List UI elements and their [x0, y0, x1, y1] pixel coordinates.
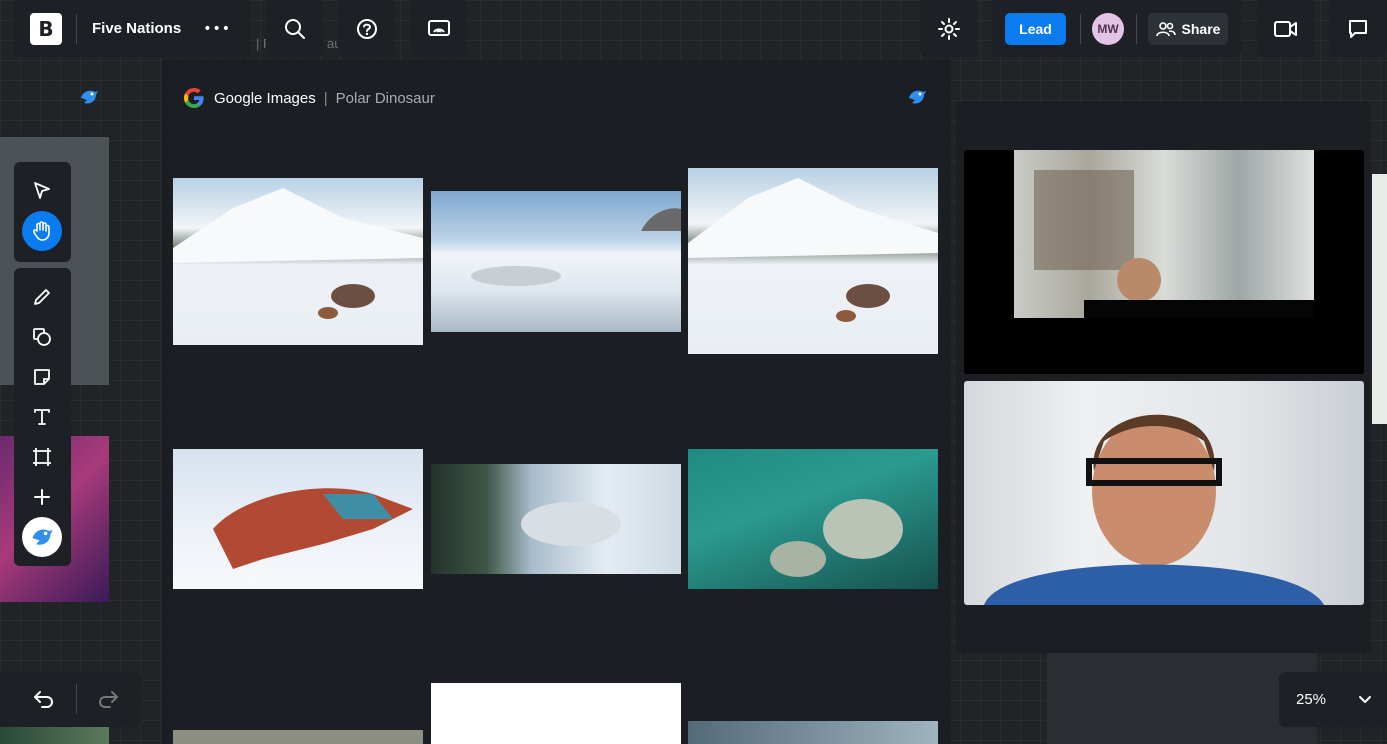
redo-icon — [99, 691, 118, 708]
image-result[interactable] — [431, 191, 681, 332]
participant-video-1[interactable] — [964, 150, 1364, 374]
card-header: Google Images | Polar Dinosaur — [182, 86, 435, 110]
selection-toolbar — [14, 162, 71, 262]
shapes-icon — [33, 328, 51, 346]
people-icon — [1155, 22, 1176, 37]
drawing-toolbar — [14, 268, 71, 566]
source-name: Google Images — [214, 89, 316, 107]
shapes-tool[interactable] — [22, 317, 62, 357]
text-tool[interactable] — [22, 397, 62, 437]
canvas-image-right-edge — [1372, 174, 1387, 424]
separator: | — [323, 89, 328, 107]
divider — [1080, 14, 1081, 44]
add-tool[interactable] — [22, 477, 62, 517]
frame-icon — [33, 448, 51, 466]
google-images-card[interactable]: Google Images | Polar Dinosaur — [162, 60, 951, 744]
image-result[interactable] — [688, 449, 938, 589]
share-label: Share — [1181, 21, 1221, 37]
effects-button[interactable] — [920, 0, 977, 57]
image-result[interactable] — [173, 178, 423, 345]
app-logo[interactable]: B — [30, 12, 62, 45]
board-menu[interactable]: B Five Nations ••• — [14, 0, 250, 57]
share-button[interactable]: Share — [1148, 13, 1228, 45]
cast-button[interactable] — [410, 0, 467, 57]
image-result[interactable] — [173, 449, 423, 589]
search-icon — [284, 18, 305, 39]
chat-icon — [1349, 19, 1367, 38]
video-camera-icon — [1273, 20, 1297, 37]
sticky-note-icon — [34, 369, 50, 385]
divider — [76, 684, 77, 714]
lead-button[interactable]: Lead — [1005, 13, 1066, 45]
divider — [1136, 14, 1137, 44]
zoom-level: 25% — [1296, 691, 1327, 708]
help-icon — [356, 18, 377, 39]
select-tool[interactable] — [22, 171, 62, 211]
help-button[interactable] — [338, 0, 395, 57]
video-call-panel[interactable] — [956, 101, 1371, 653]
more-options-button[interactable]: ••• — [203, 22, 231, 36]
cursor-icon — [34, 182, 50, 199]
chat-button[interactable] — [1329, 0, 1387, 57]
image-result[interactable] — [431, 464, 681, 574]
board-title[interactable]: Five Nations — [92, 20, 181, 37]
image-result[interactable] — [688, 168, 938, 354]
chevron-down-icon — [1359, 696, 1371, 703]
sticky-note-tool[interactable] — [22, 357, 62, 397]
pen-icon — [34, 289, 50, 305]
undo-icon — [34, 691, 53, 708]
video-button[interactable] — [1257, 0, 1314, 57]
image-result[interactable] — [431, 683, 681, 744]
text-icon — [34, 409, 50, 425]
card-bird-logo — [906, 86, 928, 108]
hand-tool[interactable] — [22, 211, 62, 251]
zoom-control[interactable]: 25% — [1279, 672, 1387, 727]
canvas-bird-logo-left — [78, 86, 100, 108]
plus-icon — [34, 489, 50, 505]
history-controls — [0, 672, 141, 727]
redo-button[interactable] — [96, 688, 122, 710]
canvas-frame-right — [1047, 653, 1317, 744]
avatar[interactable]: MW — [1092, 13, 1124, 45]
image-result[interactable] — [173, 730, 423, 744]
cast-icon — [427, 19, 450, 36]
participant-video-2[interactable] — [964, 381, 1364, 605]
frame-tool[interactable] — [22, 437, 62, 477]
divider — [76, 14, 77, 44]
search-button[interactable] — [266, 0, 323, 57]
bird-app-tool[interactable] — [22, 517, 62, 557]
undo-button[interactable] — [32, 688, 58, 710]
pen-tool[interactable] — [22, 277, 62, 317]
sparkle-icon — [937, 17, 960, 40]
bird-icon — [32, 529, 53, 545]
hand-icon — [33, 221, 50, 241]
image-result[interactable] — [688, 721, 938, 744]
search-query: Polar Dinosaur — [335, 89, 435, 107]
google-logo-icon — [184, 88, 204, 108]
participant-video-feed — [1014, 150, 1314, 318]
